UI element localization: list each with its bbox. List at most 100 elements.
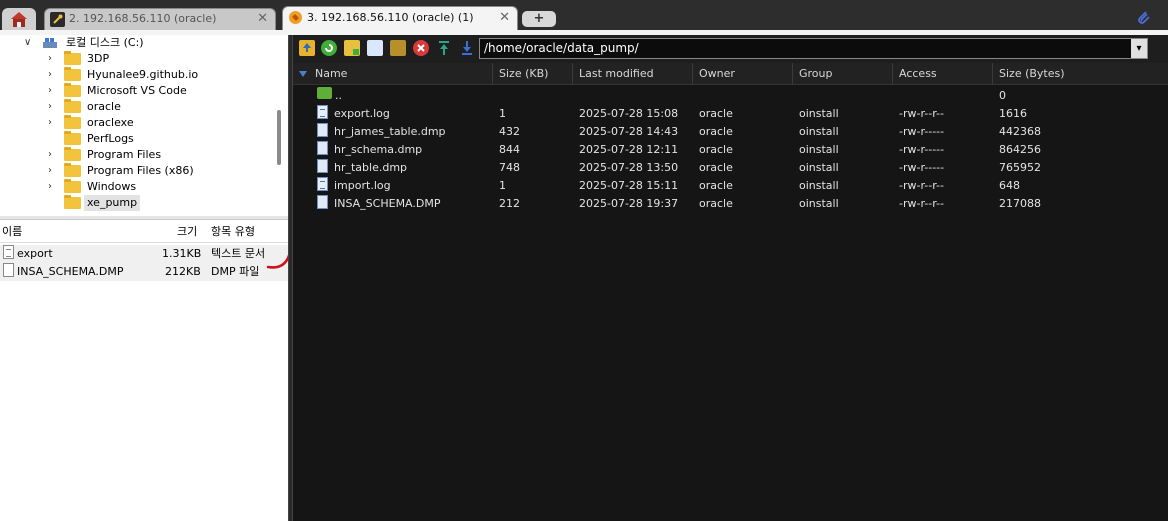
tab-session-2[interactable]: 2. 192.168.56.110 (oracle) ✕ [44, 8, 276, 30]
new-file-button[interactable] [367, 40, 383, 56]
column-header-access[interactable]: Access [893, 63, 993, 85]
chevron-down-icon[interactable]: ∨ [24, 35, 36, 51]
folder-icon [64, 195, 81, 209]
tree-folder-label: PerfLogs [87, 132, 134, 145]
cell-group: oinstall [799, 197, 839, 210]
text-file-icon [3, 245, 14, 259]
close-tab-icon[interactable]: ✕ [257, 9, 268, 29]
column-header-size-bytes[interactable]: Size (Bytes) [993, 63, 1168, 85]
column-header-name-label: Name [315, 67, 348, 80]
cell-access: -rw-r--r-- [899, 179, 944, 192]
local-file-list-header: 이름 크기 항목 유형 [0, 221, 288, 243]
tree-scrollbar-thumb[interactable] [277, 110, 281, 165]
chevron-right-icon[interactable]: › [48, 51, 60, 67]
local-file-row[interactable]: INSA_SCHEMA.DMP 212KB DMP 파일 [0, 263, 288, 281]
folder-icon [64, 147, 81, 161]
tree-folder-label: Microsoft VS Code [87, 84, 187, 97]
cell-size-bytes: 442368 [999, 125, 1041, 138]
tree-drive-label: 로컬 디스크 (C:) [66, 36, 144, 49]
column-header-owner[interactable]: Owner [693, 63, 793, 85]
close-tab-icon[interactable]: ✕ [499, 7, 510, 29]
upload-icon[interactable] [436, 40, 452, 56]
cell-name: hr_table.dmp [334, 161, 408, 174]
column-header-last-modified[interactable]: Last modified [573, 63, 693, 85]
remote-path-input[interactable]: /home/oracle/data_pump/ [479, 38, 1148, 59]
remote-row[interactable]: INSA_SCHEMA.DMP 212 2025-07-28 19:37 ora… [293, 195, 1168, 213]
session-icon [288, 10, 303, 25]
tree-folder-label: Program Files (x86) [87, 164, 194, 177]
chevron-right-icon[interactable]: › [48, 67, 60, 83]
remote-row[interactable]: hr_table.dmp 748 2025-07-28 13:50 oracle… [293, 159, 1168, 177]
tree-folder[interactable]: › Windows [48, 179, 268, 195]
tree-folder[interactable]: › oraclexe [48, 115, 268, 131]
cell-size-kb: 844 [499, 143, 520, 156]
file-icon [317, 123, 328, 137]
file-type: 텍스트 문서 [211, 247, 266, 260]
file-name: export [17, 247, 53, 260]
file-icon [317, 159, 328, 173]
cell-name: import.log [334, 179, 391, 192]
column-header-group[interactable]: Group [793, 63, 893, 85]
tree-folder[interactable]: › Program Files (x86) [48, 163, 268, 179]
column-header-name[interactable]: 이름 [2, 221, 22, 243]
cell-access: -rw-r----- [899, 125, 945, 138]
folder-icon [64, 67, 81, 81]
chevron-right-icon[interactable]: › [48, 83, 60, 99]
open-folder-button[interactable] [390, 40, 406, 56]
file-icon [317, 141, 328, 155]
remote-row[interactable]: export.log 1 2025-07-28 15:08 oracle oin… [293, 105, 1168, 123]
column-header-size-kb[interactable]: Size (KB) [493, 63, 573, 85]
chevron-right-icon[interactable]: › [48, 163, 60, 179]
chevron-right-icon[interactable]: › [48, 147, 60, 163]
tab-session-3[interactable]: 3. 192.168.56.110 (oracle) (1) ✕ [282, 6, 518, 30]
file-size: 1.31KB [162, 247, 202, 260]
chevron-down-icon[interactable]: ▾ [1131, 39, 1147, 58]
download-icon[interactable] [459, 40, 475, 56]
new-folder-button[interactable] [344, 40, 360, 56]
tree-folder[interactable]: PerfLogs [48, 131, 268, 147]
local-pane: ∨ 로컬 디스크 (C:) › 3DP › Hyunalee9.github.io … [0, 35, 288, 521]
folder-icon [64, 131, 81, 145]
file-type: DMP 파일 [211, 265, 260, 278]
tree-folder[interactable]: › Microsoft VS Code [48, 83, 268, 99]
chevron-right-icon[interactable]: › [48, 99, 60, 115]
new-tab-button[interactable]: + [522, 11, 556, 27]
tree-folder-selected[interactable]: xe_pump [48, 195, 268, 211]
tree-folder-label: oracle [87, 100, 121, 113]
home-tab[interactable] [2, 8, 36, 30]
tree-folder[interactable]: › Hyunalee9.github.io [48, 67, 268, 83]
sort-descending-icon [299, 71, 307, 77]
log-file-icon [317, 177, 328, 191]
local-file-row[interactable]: export 1.31KB 텍스트 문서 [0, 245, 288, 263]
tree-folder[interactable]: › Program Files [48, 147, 268, 163]
sftp-client-window: 2. 192.168.56.110 (oracle) ✕ 3. 192.168.… [0, 0, 1168, 521]
tree-folder[interactable]: › oracle [48, 99, 268, 115]
column-header-name[interactable]: Name [293, 63, 493, 85]
paperclip-icon[interactable] [1134, 8, 1152, 30]
remote-row[interactable]: hr_james_table.dmp 432 2025-07-28 14:43 … [293, 123, 1168, 141]
chevron-right-icon[interactable]: › [48, 115, 60, 131]
remote-row-parent[interactable]: .. 0 [293, 87, 1168, 105]
column-header-type[interactable]: 항목 유형 [211, 221, 255, 243]
pane-splitter[interactable] [0, 216, 288, 220]
tree-folder-label: Hyunalee9.github.io [87, 68, 199, 81]
file-size: 212KB [165, 265, 201, 278]
cell-access: -rw-r--r-- [899, 107, 944, 120]
cell-modified: 2025-07-28 15:11 [579, 179, 679, 192]
tree-folder[interactable]: › 3DP [48, 51, 268, 67]
folder-icon [64, 51, 81, 65]
refresh-button[interactable] [321, 40, 337, 56]
cell-owner: oracle [699, 197, 733, 210]
parent-folder-button[interactable] [299, 40, 315, 56]
remote-row[interactable]: import.log 1 2025-07-28 15:11 oracle oin… [293, 177, 1168, 195]
chevron-right-icon[interactable]: › [48, 179, 60, 195]
cell-group: oinstall [799, 161, 839, 174]
tree-folder-label: Windows [87, 180, 137, 193]
delete-button[interactable] [413, 40, 429, 56]
cell-owner: oracle [699, 125, 733, 138]
column-header-size[interactable]: 크기 [177, 221, 197, 243]
tree-drive-c[interactable]: ∨ 로컬 디스크 (C:) [24, 35, 274, 51]
cell-modified: 2025-07-28 12:11 [579, 143, 679, 156]
remote-row[interactable]: hr_schema.dmp 844 2025-07-28 12:11 oracl… [293, 141, 1168, 159]
file-icon [317, 195, 328, 209]
